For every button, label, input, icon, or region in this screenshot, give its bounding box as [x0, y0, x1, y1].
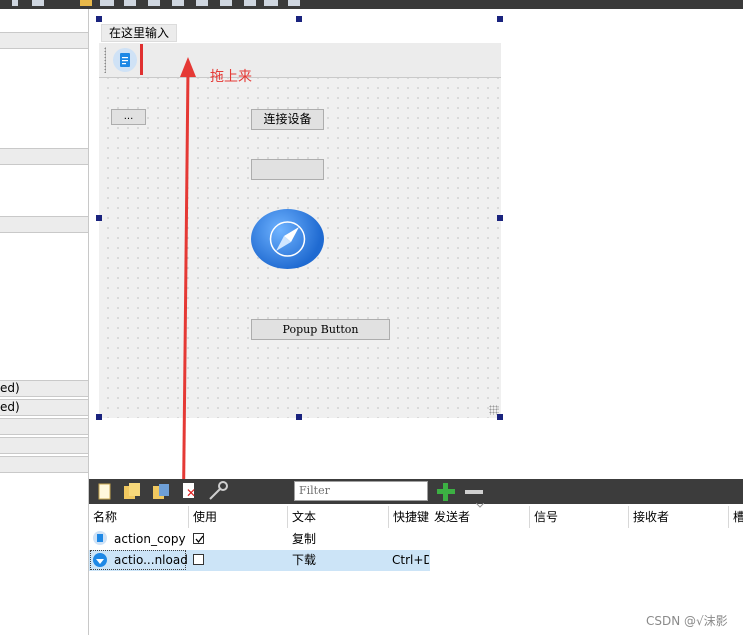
- menu-item-type-here[interactable]: 在这里输入: [101, 24, 177, 42]
- toolbar-icon[interactable]: [148, 0, 160, 6]
- connect-device-button[interactable]: 连接设备: [251, 109, 324, 130]
- toolbar-icon[interactable]: [32, 0, 44, 6]
- svg-text:✕: ✕: [186, 486, 196, 500]
- property-row[interactable]: ed): [0, 399, 88, 416]
- drop-indicator: [140, 44, 143, 75]
- column-separator[interactable]: [628, 506, 629, 528]
- column-header-signal[interactable]: 信号: [534, 506, 558, 528]
- toolbar-icon[interactable]: [196, 0, 208, 6]
- resize-handle[interactable]: [96, 414, 102, 420]
- property-group-header[interactable]: [0, 456, 88, 473]
- column-header-receiver[interactable]: 接收者: [633, 506, 669, 528]
- compass-button[interactable]: [251, 209, 324, 269]
- paste-action-icon[interactable]: [152, 482, 172, 500]
- column-separator[interactable]: [188, 506, 189, 528]
- toolbar-icon[interactable]: [264, 0, 278, 6]
- action-text: 下载: [292, 553, 317, 567]
- property-group-header[interactable]: [0, 437, 88, 454]
- toolbar-icon[interactable]: [220, 0, 232, 6]
- signal-editor-toolbar: [430, 479, 743, 504]
- watermark: CSDN @√沫影: [646, 614, 728, 628]
- resize-handle[interactable]: [497, 215, 503, 221]
- document-icon: [93, 531, 107, 545]
- column-separator[interactable]: [529, 506, 530, 528]
- configure-icon[interactable]: [207, 481, 231, 501]
- toolbar-icon[interactable]: [244, 0, 256, 6]
- resize-handle[interactable]: [96, 215, 102, 221]
- column-separator[interactable]: [388, 506, 389, 528]
- document-icon: [120, 53, 130, 67]
- used-checkbox[interactable]: [193, 554, 204, 565]
- column-header-shortcut[interactable]: 快捷键: [393, 506, 429, 528]
- property-row[interactable]: ed): [0, 380, 88, 397]
- property-group-header[interactable]: [0, 418, 88, 435]
- property-label: ed): [0, 400, 20, 414]
- add-icon[interactable]: [436, 482, 456, 502]
- check-icon: [195, 535, 204, 544]
- action-button[interactable]: [113, 48, 137, 72]
- column-header-sender[interactable]: 发送者: [434, 506, 470, 528]
- compass-icon: [269, 221, 306, 257]
- download-icon: [93, 553, 107, 567]
- size-grip[interactable]: [489, 405, 499, 415]
- property-group-header[interactable]: [0, 148, 88, 165]
- column-header-used[interactable]: 使用: [193, 506, 217, 528]
- column-header-name[interactable]: 名称: [93, 506, 117, 528]
- property-group-header[interactable]: [0, 216, 88, 233]
- toolbar-grip[interactable]: [104, 47, 106, 73]
- delete-action-icon[interactable]: ✕: [181, 482, 199, 500]
- resize-handle[interactable]: [96, 16, 102, 22]
- action-name: actio...nload: [114, 553, 188, 567]
- copy-action-icon[interactable]: [123, 482, 143, 500]
- property-panel: ed) ed): [0, 9, 89, 635]
- new-action-icon[interactable]: [97, 483, 113, 501]
- filter-input[interactable]: Filter: [294, 481, 428, 501]
- toolbar-icon[interactable]: [172, 0, 184, 6]
- empty-button[interactable]: [251, 159, 324, 180]
- form-toolbar: [99, 43, 501, 78]
- close-icon[interactable]: [12, 0, 18, 6]
- toolbar-icon[interactable]: [288, 0, 300, 6]
- column-separator[interactable]: [287, 506, 288, 528]
- popup-button[interactable]: Popup Button: [251, 319, 390, 340]
- property-group-header[interactable]: [0, 32, 88, 49]
- used-checkbox[interactable]: [193, 533, 204, 544]
- action-shortcut: Ctrl+D: [392, 553, 429, 567]
- action-text: 复制: [292, 532, 317, 546]
- column-separator[interactable]: [728, 506, 729, 528]
- toolbar-icon[interactable]: [124, 0, 136, 6]
- resize-handle[interactable]: [296, 414, 302, 420]
- resize-handle[interactable]: [497, 16, 503, 22]
- toolbar-icon[interactable]: [80, 0, 92, 6]
- action-name: action_copy: [114, 532, 186, 546]
- drag-annotation-label: 拖上来: [210, 69, 252, 85]
- property-label: ed): [0, 381, 20, 395]
- ellipsis-button[interactable]: ...: [111, 109, 146, 125]
- sort-indicator-icon: [476, 503, 484, 508]
- toolbar-icon[interactable]: [100, 0, 114, 6]
- remove-icon[interactable]: [464, 482, 484, 502]
- top-toolbar: [0, 0, 743, 9]
- column-header-slot[interactable]: 槽: [733, 506, 743, 528]
- resize-handle[interactable]: [296, 16, 302, 22]
- column-header-text[interactable]: 文本: [292, 506, 316, 528]
